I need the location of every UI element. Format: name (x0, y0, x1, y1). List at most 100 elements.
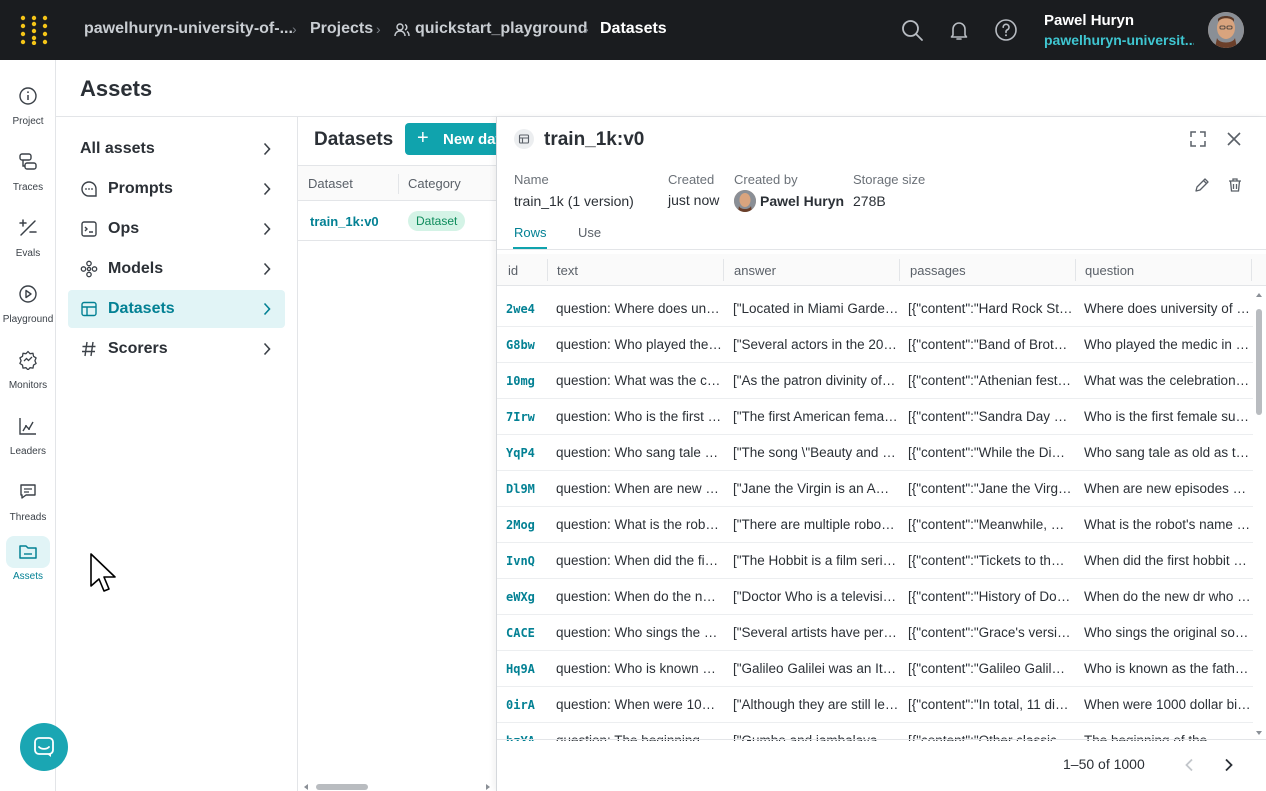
table-row[interactable]: CACE question: Who sings the o… ["Several … (497, 615, 1253, 651)
scroll-right-icon[interactable] (484, 783, 492, 791)
column-header-passages[interactable]: passages (910, 263, 966, 278)
search-icon[interactable] (900, 18, 924, 42)
breadcrumb-org[interactable]: pawelhuryn-university-of-... (84, 20, 293, 38)
cell-id[interactable]: 0irA (506, 698, 546, 712)
prev-page-icon[interactable] (1184, 758, 1194, 772)
table-row[interactable]: IvnQ question: When did the fir… ["The Hob… (497, 543, 1253, 579)
bell-icon[interactable] (947, 18, 971, 42)
breadcrumb-projects[interactable]: Projects (310, 20, 373, 38)
column-header[interactable]: Category (408, 176, 461, 191)
datasets-table-header: Dataset Category (298, 165, 496, 201)
table-row[interactable]: eWXg question: When do the ne… ["Doctor Wh… (497, 579, 1253, 615)
assets-nav-item-ops[interactable]: Ops (68, 210, 285, 248)
column-header-question[interactable]: question (1085, 263, 1134, 278)
user-name[interactable]: Pawel Huryn (1044, 12, 1134, 29)
cell-passages: [{"content":"In total, 11 di… (908, 697, 1069, 712)
cell-text: question: Who played the… (556, 337, 722, 352)
tab-rows[interactable]: Rows (514, 225, 547, 240)
cell-question: When did the first hobbit … (1084, 553, 1247, 568)
play-icon (19, 285, 37, 303)
scroll-up-icon[interactable] (1255, 291, 1263, 299)
cell-id[interactable]: Hq9A (506, 662, 546, 676)
cell-id[interactable]: CACE (506, 626, 546, 640)
tab-use[interactable]: Use (578, 225, 601, 240)
cell-id[interactable]: YqP4 (506, 446, 546, 460)
breadcrumb-project[interactable]: quickstart_playground (415, 20, 587, 38)
table-row[interactable]: 10mg question: What was the c… ["As the pa… (497, 363, 1253, 399)
close-icon[interactable] (1227, 132, 1241, 146)
vertical-scrollbar[interactable] (1253, 289, 1265, 739)
cell-id[interactable]: G8bw (506, 338, 546, 352)
cell-question: What is the robot's name … (1084, 517, 1251, 532)
scrollbar-thumb[interactable] (316, 784, 368, 790)
rail-item-traces[interactable]: Traces (0, 144, 56, 200)
assets-nav-item-all[interactable]: All assets (68, 130, 285, 168)
cell-answer: ["Several artists have perf… (733, 625, 899, 640)
table-row[interactable]: YqP4 question: Who sang tale a… ["The song… (497, 435, 1253, 471)
cell-id[interactable]: 2Mog (506, 518, 546, 532)
rows-table-body: 2we4 question: Where does uni… ["Located i… (497, 291, 1253, 741)
table-row[interactable]: G8bw question: Who played the… ["Several a… (497, 327, 1253, 363)
top-bar: pawelhuryn-university-of-... › Projects … (0, 0, 1266, 60)
cell-answer: ["The first American fema… (733, 409, 898, 424)
next-page-icon[interactable] (1224, 758, 1234, 772)
assets-nav-item-datasets[interactable]: Datasets (68, 290, 285, 328)
table-row[interactable]: Dl9M question: When are new e… ["Jane the … (497, 471, 1253, 507)
user-org[interactable]: pawelhuryn-universit... (1044, 32, 1194, 48)
table-row[interactable]: Hq9A question: Who is known a… ["Galileo G… (497, 651, 1253, 687)
users-icon (394, 23, 410, 37)
cell-question: Who played the medic in … (1084, 337, 1250, 352)
cell-id[interactable]: Dl9M (506, 482, 546, 496)
cell-id[interactable]: IvnQ (506, 554, 546, 568)
meta-value-created: just now (668, 192, 720, 208)
scroll-down-icon[interactable] (1255, 729, 1263, 737)
scrollbar-thumb[interactable] (1256, 309, 1262, 415)
support-chat-button[interactable] (20, 723, 68, 771)
rail-item-evals[interactable]: Evals (0, 210, 56, 266)
column-header[interactable]: Dataset (308, 176, 353, 191)
column-header-text[interactable]: text (557, 263, 578, 278)
rail-item-monitors[interactable]: Monitors (0, 342, 56, 398)
app-logo-icon[interactable] (20, 15, 48, 45)
rail-item-playground[interactable]: Playground (0, 276, 56, 332)
table-row[interactable]: 2Mog question: What is the rob… ["There ar… (497, 507, 1253, 543)
assets-nav-item-scorers[interactable]: Scorers (68, 330, 285, 368)
table-row[interactable]: train_1k:v0 Dataset (298, 201, 496, 241)
mouse-cursor-icon (90, 553, 116, 592)
dataset-link[interactable]: train_1k:v0 (310, 214, 379, 229)
expand-icon[interactable] (1190, 131, 1206, 147)
cell-id[interactable]: 7Irw (506, 410, 546, 424)
horizontal-scrollbar[interactable] (302, 783, 492, 791)
assets-nav-item-models[interactable]: Models (68, 250, 285, 288)
dataset-icon (514, 129, 534, 149)
trash-icon[interactable] (1227, 177, 1243, 193)
code-icon (81, 221, 97, 237)
rail-label: Playground (2, 314, 54, 325)
edit-icon[interactable] (1194, 177, 1210, 193)
chevron-right-icon (263, 342, 271, 356)
rail-item-project[interactable]: Project (0, 78, 56, 134)
table-row[interactable]: 2we4 question: Where does uni… ["Located i… (497, 291, 1253, 327)
rail-item-threads[interactable]: Threads (0, 474, 56, 530)
pagination-range: 1–50 of 1000 (1063, 756, 1145, 772)
column-header-id[interactable]: id (508, 263, 518, 278)
cell-id[interactable]: 2we4 (506, 302, 546, 316)
meta-value-created-by[interactable]: Pawel Huryn (760, 193, 844, 209)
rail-item-leaders[interactable]: Leaders (0, 408, 56, 464)
scroll-left-icon[interactable] (302, 783, 310, 791)
assets-nav-item-prompts[interactable]: Prompts (68, 170, 285, 208)
help-icon[interactable] (994, 18, 1018, 42)
leaderboard-icon (19, 418, 36, 435)
cell-passages: [{"content":"Grace's versi… (908, 625, 1071, 640)
avatar[interactable] (1208, 12, 1244, 48)
cell-id[interactable]: 10mg (506, 374, 546, 388)
column-header-answer[interactable]: answer (734, 263, 776, 278)
rail-label: Threads (9, 512, 47, 523)
rail-item-assets[interactable]: Assets (0, 536, 56, 592)
cell-answer: ["Although they are still le… (733, 697, 899, 712)
cell-passages: [{"content":"Galileo Galil… (908, 661, 1065, 676)
cell-id[interactable]: eWXg (506, 590, 546, 604)
table-row[interactable]: 7Irw question: Who is the first f… ["The f… (497, 399, 1253, 435)
hash-icon (82, 341, 96, 357)
table-row[interactable]: 0irA question: When were 100… ["Although t… (497, 687, 1253, 723)
